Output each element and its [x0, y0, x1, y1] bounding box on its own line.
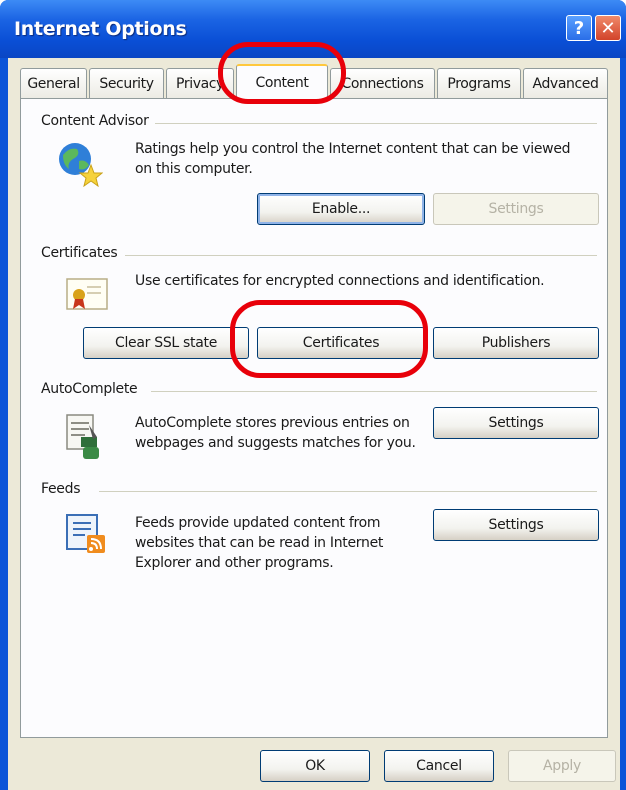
content-advisor-divider: [141, 123, 597, 124]
content-advisor-settings-button[interactable]: Settings: [433, 193, 599, 225]
help-button[interactable]: ?: [566, 15, 592, 41]
autocomplete-icon: [66, 414, 99, 459]
certificates-description: Use certificates for encrypted connectio…: [135, 273, 545, 289]
autocomplete-divider: [151, 391, 597, 392]
tab-security[interactable]: Security: [89, 68, 164, 98]
enable-button[interactable]: Enable...: [257, 193, 425, 225]
certificate-icon: [66, 278, 108, 310]
close-icon: ✕: [600, 17, 616, 39]
certificates-heading: Certificates: [41, 245, 124, 261]
autocomplete-heading: AutoComplete: [41, 381, 144, 397]
apply-button[interactable]: Apply: [508, 750, 616, 782]
internet-options-window: Internet Options ? ✕ General Security Pr…: [0, 0, 626, 790]
tab-connections[interactable]: Connections: [330, 68, 435, 98]
globe-icon: [59, 143, 103, 187]
close-button[interactable]: ✕: [595, 15, 621, 41]
feeds-heading: Feeds: [41, 481, 87, 497]
window-title: Internet Options: [14, 18, 187, 40]
tab-general[interactable]: General: [20, 68, 87, 98]
ok-button[interactable]: OK: [260, 750, 370, 782]
content-advisor-heading: Content Advisor: [41, 113, 155, 129]
feeds-divider: [99, 491, 597, 492]
tab-privacy[interactable]: Privacy: [166, 68, 234, 98]
feeds-description: Feeds provide updated content from websi…: [135, 515, 384, 571]
tab-strip: General Security Privacy Content Connect…: [20, 64, 620, 100]
feeds-icon: [66, 514, 105, 553]
dialog-body: General Security Privacy Content Connect…: [8, 58, 620, 790]
content-tab-panel: Content Advisor Ratings help you control…: [20, 98, 608, 738]
publishers-button[interactable]: Publishers: [433, 327, 599, 359]
feeds-settings-button[interactable]: Settings: [433, 509, 599, 541]
help-icon: ?: [573, 17, 585, 39]
tab-programs[interactable]: Programs: [437, 68, 521, 98]
autocomplete-settings-button[interactable]: Settings: [433, 407, 599, 439]
content-advisor-description: Ratings help you control the Internet co…: [135, 141, 571, 177]
cancel-button[interactable]: Cancel: [384, 750, 494, 782]
title-bar[interactable]: Internet Options ? ✕: [0, 0, 626, 58]
autocomplete-description: AutoComplete stores previous entries on …: [135, 415, 416, 451]
tab-content[interactable]: Content: [236, 64, 328, 100]
clear-ssl-state-button[interactable]: Clear SSL state: [83, 327, 249, 359]
tab-advanced[interactable]: Advanced: [523, 68, 608, 98]
certificates-button[interactable]: Certificates: [257, 327, 425, 359]
certificates-divider: [125, 255, 597, 256]
